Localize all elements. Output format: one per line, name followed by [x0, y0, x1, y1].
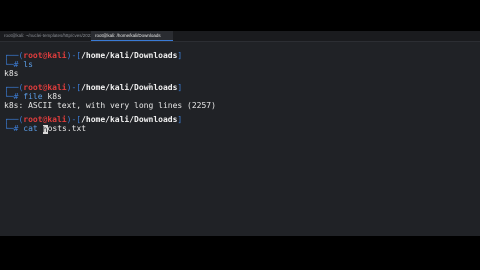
prompt-frame-end: ] [177, 83, 183, 92]
prompt-frame-end: ] [177, 51, 183, 60]
command-output: k8s [4, 69, 19, 78]
prompt-frame-top: ┌──( [4, 115, 24, 124]
prompt-host: kali [47, 51, 67, 60]
prompt-frame-mid: )-[ [66, 115, 82, 124]
command-output: k8s: ASCII text, with very long lines (2… [4, 101, 216, 110]
prompt-frame-bottom: └─ [4, 124, 14, 133]
prompt-user: root [23, 51, 43, 60]
mouse-ibeam-icon: I [148, 83, 152, 90]
prompt-cwd: /home/kali/Downloads [81, 115, 178, 124]
prompt-frame-top: ┌──( [4, 51, 24, 60]
prompt-frame-top: ┌──( [4, 83, 24, 92]
command-argument: k8s [47, 92, 62, 101]
prompt-frame-bottom: └─ [4, 92, 14, 101]
prompt-user: root [23, 83, 43, 92]
command-argument: osts.txt [47, 124, 87, 133]
prompt-host: kali [47, 83, 67, 92]
command-text: file [23, 92, 43, 101]
terminal-output[interactable]: ┌──(root@kali)-[/home/kali/Downloads] └─… [0, 43, 480, 236]
command-text: cat [23, 124, 38, 133]
prompt-frame-bottom: └─ [4, 60, 14, 69]
terminal-window[interactable]: root@kali: ~/nuclei-templates/http/cves/… [0, 31, 480, 236]
prompt-cwd: /home/kali/Downloads [81, 51, 178, 60]
command-line[interactable]: └─# cat hosts.txt [4, 124, 86, 134]
prompt-user: root [23, 115, 43, 124]
prompt-frame-end: ] [177, 115, 183, 124]
tab-downloads[interactable]: root@kali: /home/kali/Downloads [91, 31, 173, 41]
tab-nuclei-templates[interactable]: root@kali: ~/nuclei-templates/http/cves/… [0, 31, 92, 41]
command-text: ls [23, 60, 33, 69]
prompt-cwd: /home/kali/Downloads [81, 83, 178, 92]
tab-bar: root@kali: ~/nuclei-templates/http/cves/… [0, 31, 480, 42]
prompt-frame-mid: )-[ [66, 51, 82, 60]
prompt-host: kali [47, 115, 67, 124]
prompt-frame-mid: )-[ [66, 83, 82, 92]
